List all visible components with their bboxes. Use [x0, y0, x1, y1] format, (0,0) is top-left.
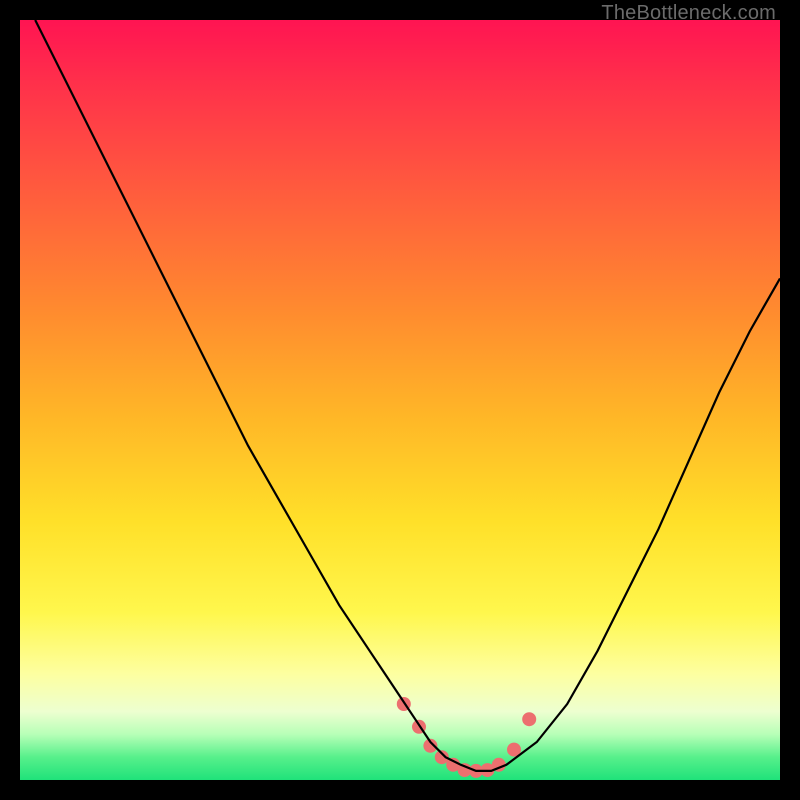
plot-area: [20, 20, 780, 780]
curve-svg: [20, 20, 780, 780]
chart-frame: TheBottleneck.com: [0, 0, 800, 800]
highlight-dot: [522, 712, 536, 726]
marker-group: [397, 697, 536, 778]
bottleneck-curve: [35, 20, 780, 771]
